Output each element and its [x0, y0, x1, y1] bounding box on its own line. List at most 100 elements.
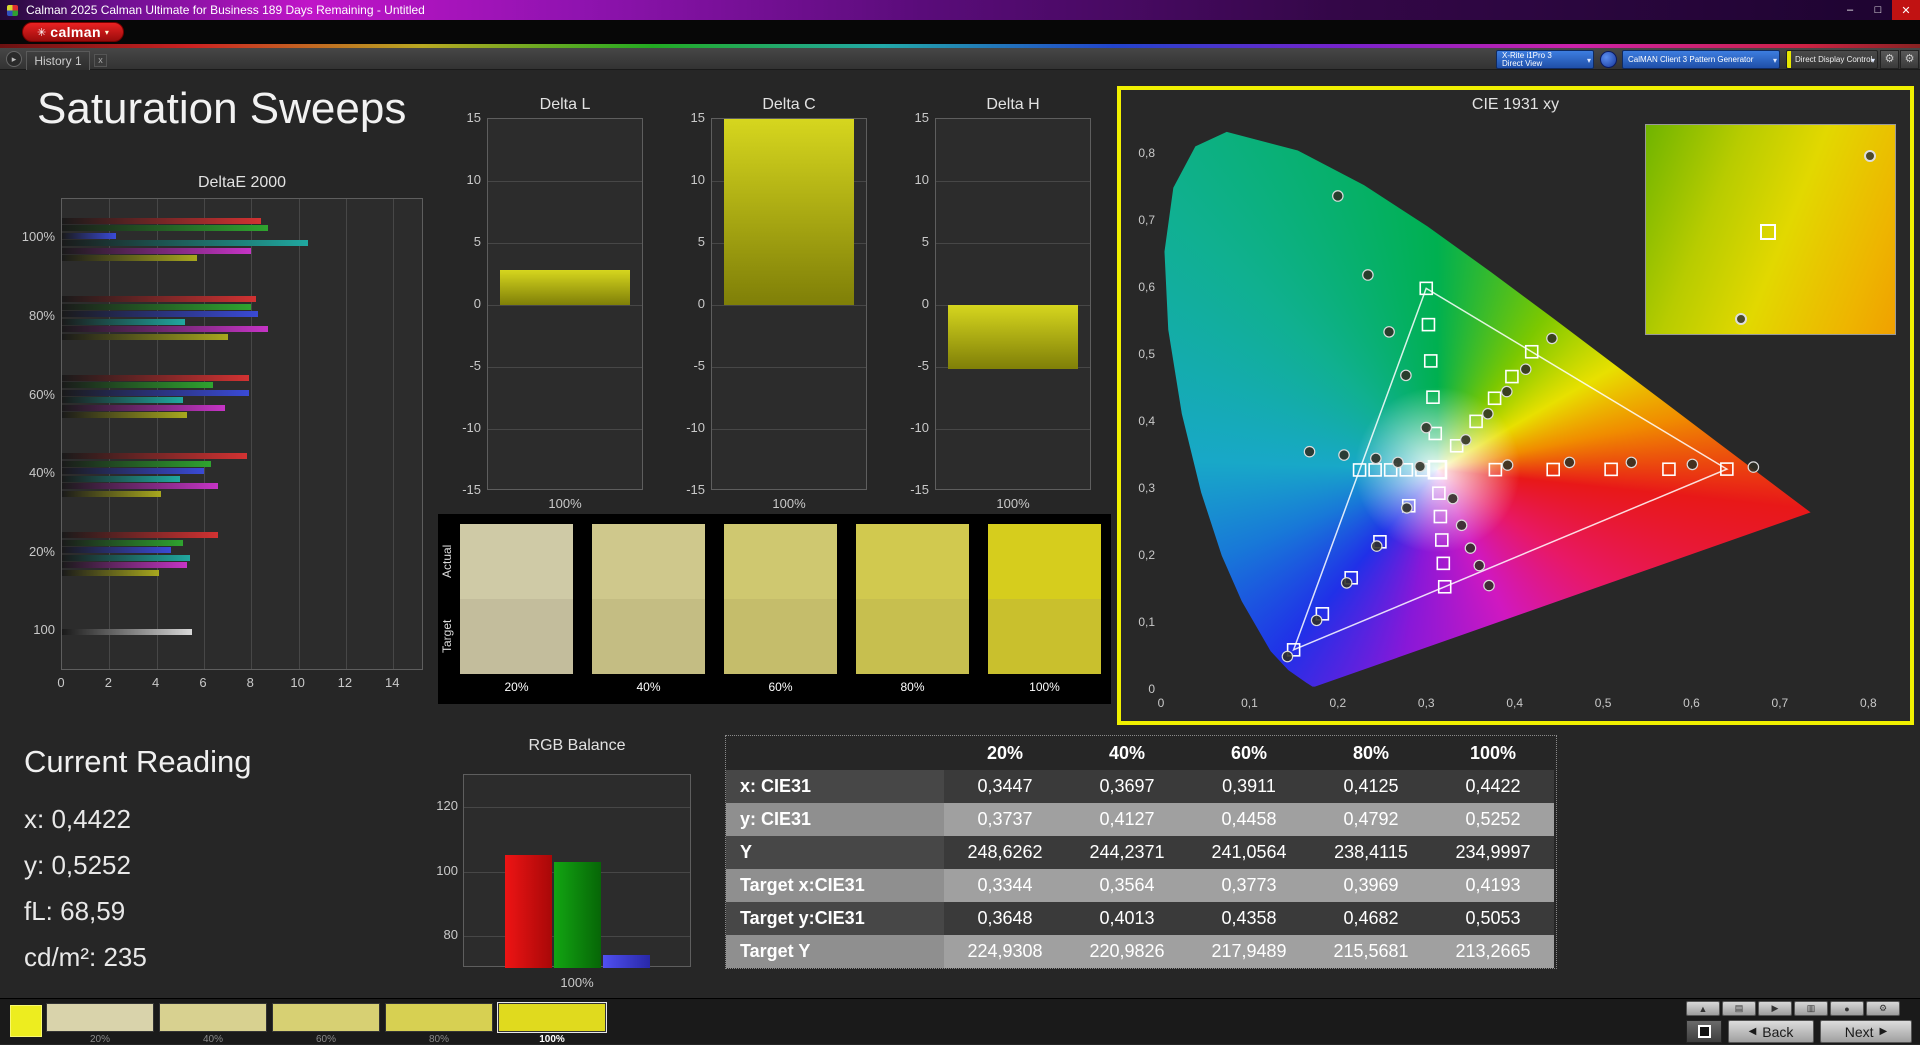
gridline [488, 181, 642, 182]
cie-measured-marker [1502, 460, 1512, 470]
actual-swatch-80% [856, 524, 969, 599]
y-tick-label: 0 [441, 296, 481, 311]
column-header: 80% [1310, 736, 1432, 770]
navigation-controls: ▲▤▶▥●⚙ ◀ Back Next ▶ [1686, 1001, 1916, 1045]
delta_l-plot-area [487, 118, 643, 490]
settings-gear-button-2[interactable]: ⚙ [1900, 50, 1919, 69]
y-tick-label: -5 [441, 358, 481, 373]
chart-title: DeltaE 2000 [61, 174, 423, 192]
toolbar: ▸ History 1 x X-Rite i1Pro 3 Direct View… [0, 48, 1920, 70]
deltae-bar [62, 255, 197, 261]
cie-target-marker [1489, 464, 1501, 476]
history-nav-button[interactable]: ▸ [6, 51, 22, 67]
row-label: y: CIE31 [726, 803, 944, 836]
tab-label: History 1 [34, 54, 81, 68]
gridline [204, 199, 205, 669]
delta_l-bar [500, 270, 630, 305]
calman-logo-button[interactable]: ✳ calman ▾ [22, 22, 124, 42]
close-tab-button[interactable]: x [94, 54, 107, 67]
cie-measured-marker [1401, 370, 1411, 380]
table-cell: 0,3344 [944, 869, 1066, 902]
cie-target-marker [1427, 391, 1439, 403]
scroll-up-button[interactable]: ▲ [1686, 1001, 1720, 1016]
cie-measured-marker [1474, 560, 1484, 570]
window-controls: – □ ✕ [1836, 0, 1920, 20]
group-label: 100 [17, 622, 55, 637]
y-tick-label: -15 [889, 482, 929, 497]
play-button[interactable]: ▶ [1758, 1001, 1792, 1016]
options-button[interactable]: ⚙ [1866, 1001, 1900, 1016]
x-tick-label: 0,4 [1495, 696, 1535, 710]
actual-swatch-100% [988, 524, 1101, 599]
blue-bar [603, 955, 650, 968]
bottom-swatch-80%[interactable] [385, 1003, 493, 1032]
bottom-bar: 20%40%60%80%100% ▲▤▶▥●⚙ ◀ Back Next ▶ [0, 998, 1920, 1044]
layout-button[interactable]: ▤ [1722, 1001, 1756, 1016]
target-swatch-100% [988, 599, 1101, 674]
gridline [109, 199, 110, 669]
table-cell: 0,3773 [1188, 869, 1310, 902]
group-label: 100% [17, 229, 55, 244]
pattern-generator-button[interactable]: CalMAN Client 3 Pattern Generator ▾ [1622, 50, 1780, 69]
x-tick-label: 0,8 [1848, 696, 1888, 710]
cie-measured-marker [1502, 386, 1512, 396]
minimize-button[interactable]: – [1836, 0, 1864, 20]
table-cell: 0,4682 [1310, 902, 1432, 935]
bottom-swatch-20%[interactable] [46, 1003, 154, 1032]
y-tick-label: 10 [889, 172, 929, 187]
cie-measured-marker [1748, 462, 1758, 472]
deltae-bar [62, 547, 171, 553]
deltae-bar [62, 405, 225, 411]
pattern-window-button[interactable] [1686, 1020, 1722, 1043]
gridline [393, 199, 394, 669]
current-reading-panel: Current Reading x: 0,4422 y: 0,5252 fL: … [24, 744, 394, 980]
maximize-button[interactable]: □ [1864, 0, 1892, 20]
y-tick-label: 15 [665, 110, 705, 125]
table-header-row: 20%40%60%80%100% [726, 736, 1556, 770]
cie1931-chart-panel[interactable]: CIE 1931 xy 00,10,20,30,40,50,60,70,800,… [1117, 86, 1914, 725]
window-title: Calman 2025 Calman Ultimate for Business… [26, 3, 425, 17]
meter-mode: Direct View [1502, 60, 1581, 68]
source-label: CalMAN Client 3 Pattern Generator [1628, 55, 1753, 64]
back-button[interactable]: ◀ Back [1728, 1020, 1814, 1043]
display-label: Direct Display Control [1795, 55, 1872, 64]
bottom-swatch-60%[interactable] [272, 1003, 380, 1032]
y-tick-label: -15 [665, 482, 705, 497]
cie-measured-marker [1333, 191, 1343, 201]
cie-measured-marker [1626, 457, 1636, 467]
cie-measured-marker [1564, 457, 1574, 467]
y-tick-label: 0 [889, 296, 929, 311]
next-button[interactable]: Next ▶ [1820, 1020, 1912, 1043]
bottom-swatch-100%[interactable] [498, 1003, 606, 1032]
cie-measured-marker [1311, 615, 1321, 625]
column-header [726, 736, 944, 770]
tab-history-1[interactable]: History 1 [26, 51, 90, 70]
record-button[interactable]: ● [1830, 1001, 1864, 1016]
gridline [251, 199, 252, 669]
gridline [712, 305, 866, 306]
gridline [157, 199, 158, 669]
x-tick-label: 12 [330, 675, 360, 690]
titlebar: Calman 2025 Calman Ultimate for Business… [0, 0, 1920, 20]
meter-device-button[interactable]: X-Rite i1Pro 3 Direct View ▾ [1496, 50, 1594, 69]
deltae-bar [62, 382, 213, 388]
y-tick-label: 0,1 [1121, 615, 1155, 629]
bottom-swatch-40%[interactable] [159, 1003, 267, 1032]
target-swatch-20% [460, 599, 573, 674]
cie-inset-zoom [1645, 124, 1896, 335]
gridline [464, 807, 690, 808]
rgb-balance-plot-area [463, 774, 691, 967]
deltae-bar [62, 412, 187, 418]
close-button[interactable]: ✕ [1892, 0, 1920, 20]
y-tick-label: -10 [665, 420, 705, 435]
saturation-column-label: 20% [460, 680, 573, 694]
deltae-bar [62, 483, 218, 489]
rgb-balance-chart: RGB Balance 12010080100% [416, 737, 704, 997]
cie-measured-marker [1421, 422, 1431, 432]
deltae-bar [62, 570, 159, 576]
gridline [299, 199, 300, 669]
window-button[interactable]: ▥ [1794, 1001, 1828, 1016]
display-control-button[interactable]: Direct Display Control ▾ [1786, 50, 1878, 69]
y-tick-label: 0,8 [1121, 146, 1155, 160]
settings-gear-button[interactable]: ⚙ [1880, 50, 1899, 69]
